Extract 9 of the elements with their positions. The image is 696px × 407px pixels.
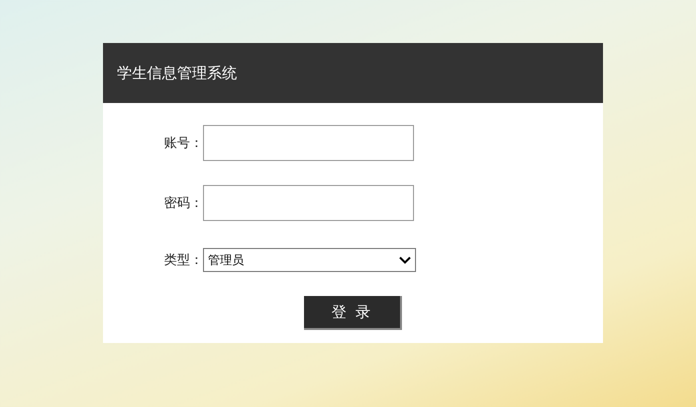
field-label: 类型： [163,252,203,269]
field-label: 密码： [163,195,203,212]
login-button[interactable]: 登 录 [304,296,402,330]
password-field[interactable] [203,185,414,221]
field-label: 账号： [163,135,203,152]
account-field[interactable] [203,125,414,161]
type-dropdown[interactable]: 管理员 [203,248,416,272]
caret-icon [399,256,411,264]
app-title: 学生信息管理系统 [117,64,237,82]
